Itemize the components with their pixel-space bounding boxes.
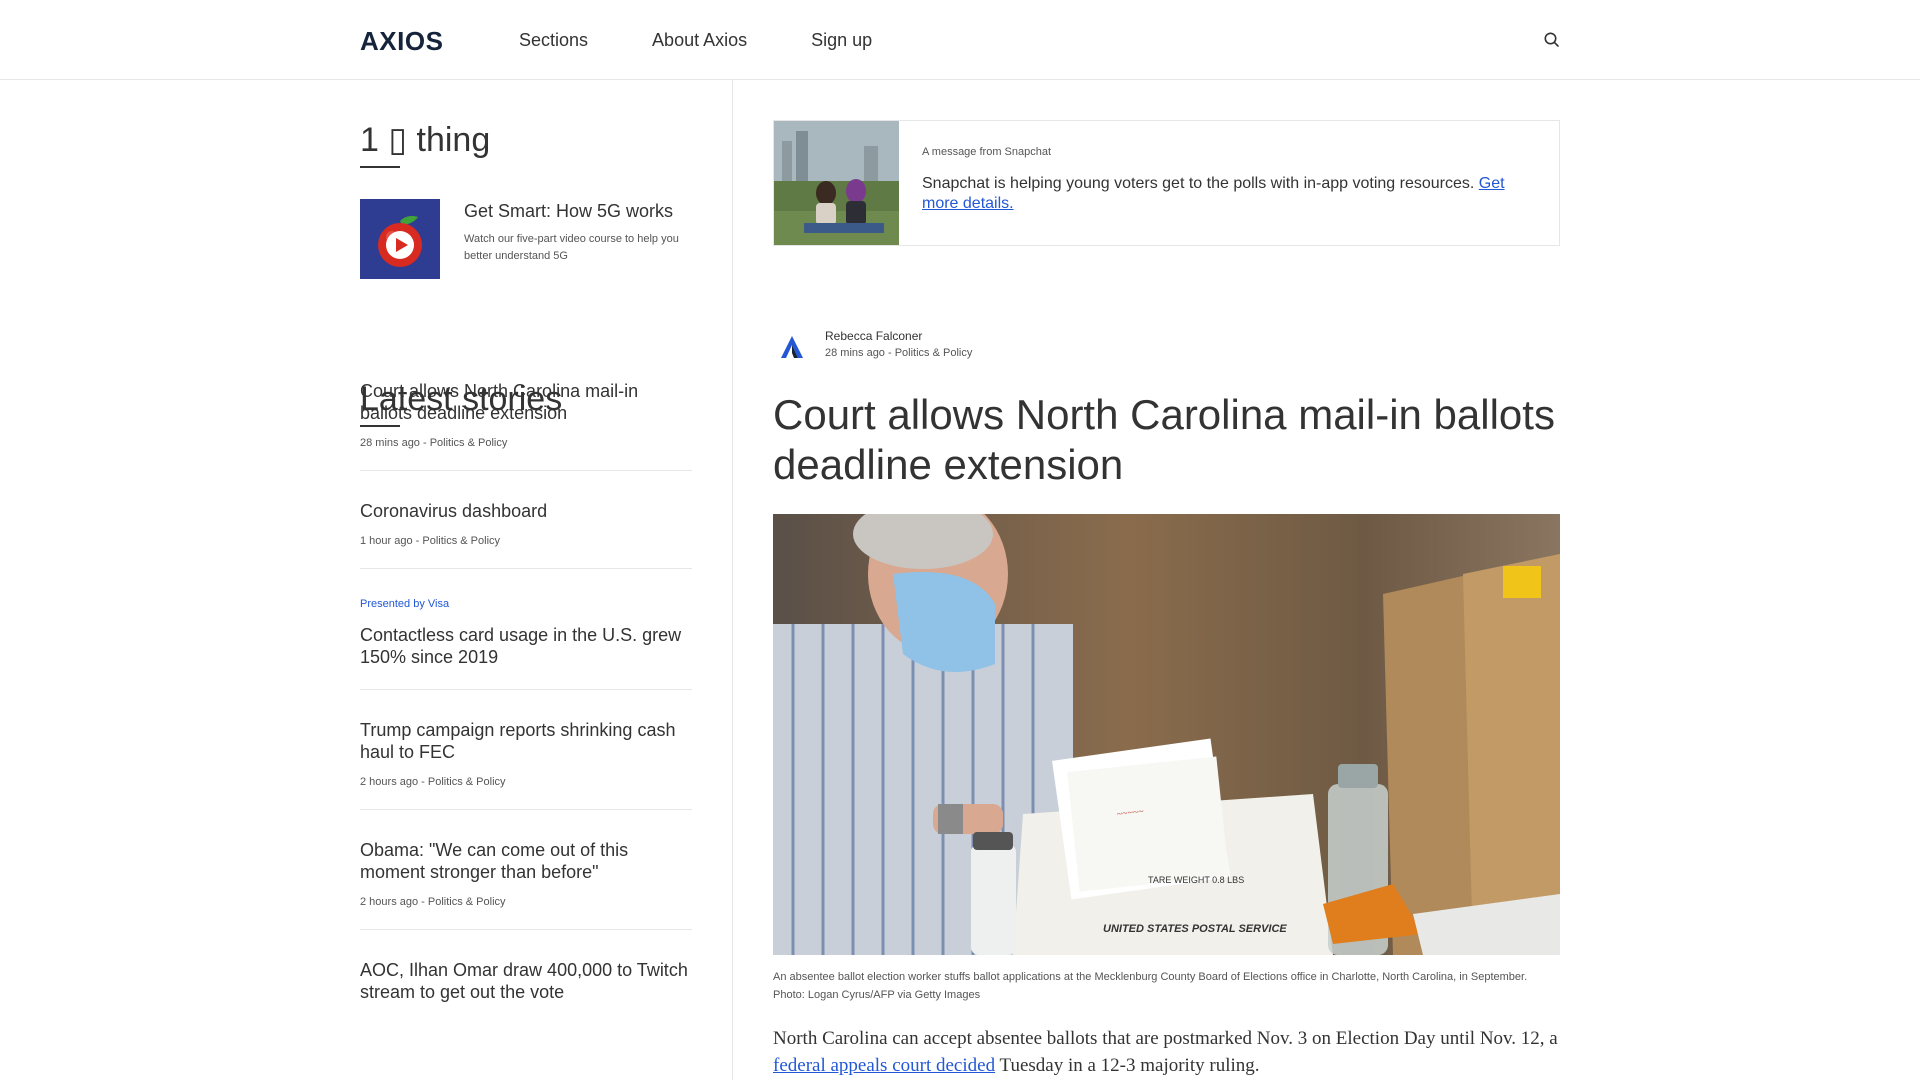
story-item[interactable]: Obama: "We can come out of this moment s…: [360, 839, 692, 930]
heading-underline: [360, 166, 400, 168]
story-meta: 2 hours ago - Politics & Policy: [360, 896, 506, 908]
article-headline: Court allows North Carolina mail-in ball…: [773, 391, 1555, 488]
logo-text: AXIOS: [360, 26, 444, 56]
ad-text: Snapchat is helping young voters get to …: [922, 174, 1542, 214]
one-thing-section: 1 ▯ thing: [360, 120, 490, 168]
ad-photo: [774, 121, 899, 245]
promo-card[interactable]: Get Smart: How 5G works Watch our five-p…: [360, 199, 692, 281]
bin-weight-label: TARE WEIGHT 0.8 LBS: [1148, 875, 1244, 885]
story-title[interactable]: Coronavirus dashboard: [360, 500, 692, 522]
sponsored-message[interactable]: A message from Snapchat Snapchat is help…: [773, 120, 1560, 246]
author-name[interactable]: Rebecca Falconer: [825, 329, 922, 343]
article-byline: Rebecca Falconer 28 mins ago - Politics …: [773, 328, 1273, 368]
court-decision-link[interactable]: federal appeals court decided: [773, 1055, 995, 1076]
site-header: AXIOS Sections About Axios Sign up: [0, 0, 1920, 80]
story-item-sponsored[interactable]: Presented by Visa Contactless card usage…: [360, 598, 692, 690]
story-title[interactable]: Trump campaign reports shrinking cash ha…: [360, 719, 692, 763]
search-button[interactable]: [1542, 30, 1562, 50]
nav-about-axios[interactable]: About Axios: [652, 30, 747, 51]
main-nav: Sections About Axios Sign up: [519, 0, 872, 80]
ad-message: Snapchat is helping young voters get to …: [922, 175, 1475, 192]
body-text-end: Tuesday in a 12-3 majority ruling.: [999, 1055, 1260, 1076]
search-icon: [1544, 32, 1559, 47]
story-meta: 1 hour ago - Politics & Policy: [360, 535, 501, 547]
article-meta: 28 mins ago - Politics & Policy: [825, 347, 973, 359]
story-list: Court allows North Carolina mail-in ball…: [360, 381, 692, 1053]
story-meta: 28 mins ago - Politics & Policy: [360, 437, 508, 449]
story-title[interactable]: Court allows North Carolina mail-in ball…: [360, 380, 692, 424]
body-text-start: North Carolina can accept absentee ballo…: [773, 1028, 1558, 1049]
axios-avatar-icon: [781, 336, 803, 358]
ad-image: [774, 121, 899, 245]
story-item[interactable]: Coronavirus dashboard 1 hour ago - Polit…: [360, 500, 692, 569]
promo-thumbnail: [360, 199, 440, 279]
story-meta: 2 hours ago - Politics & Policy: [360, 776, 506, 788]
article-body: North Carolina can accept absentee ballo…: [773, 1025, 1560, 1079]
promo-description: Watch our five-part video course to help…: [464, 233, 679, 262]
hero-photo: ~~~~~ TARE WEIGHT 0.8 LBS UNITED STATES …: [773, 514, 1560, 955]
story-title[interactable]: AOC, Ilhan Omar draw 400,000 to Twitch s…: [360, 959, 692, 1003]
story-item[interactable]: AOC, Ilhan Omar draw 400,000 to Twitch s…: [360, 959, 692, 1024]
column-divider: [732, 80, 733, 1080]
apple-play-icon: [360, 199, 440, 279]
bin-brand-label: UNITED STATES POSTAL SERVICE: [1103, 923, 1287, 935]
sponsor-label: Presented by Visa: [360, 598, 450, 610]
nav-sections[interactable]: Sections: [519, 30, 588, 51]
nav-sign-up[interactable]: Sign up: [811, 30, 872, 51]
axios-logo[interactable]: AXIOS: [360, 26, 443, 57]
image-caption: An absentee ballot election worker stuff…: [773, 971, 1528, 1001]
one-thing-heading: 1 ▯ thing: [360, 121, 491, 159]
promo-title[interactable]: Get Smart: How 5G works: [464, 199, 692, 223]
promo-text: Get Smart: How 5G works Watch our five-p…: [464, 199, 692, 265]
story-title[interactable]: Contactless card usage in the U.S. grew …: [360, 624, 692, 668]
ad-label: A message from Snapchat: [922, 146, 1052, 158]
story-item[interactable]: Trump campaign reports shrinking cash ha…: [360, 719, 692, 810]
story-item[interactable]: Court allows North Carolina mail-in ball…: [360, 380, 692, 471]
hero-image: ~~~~~ TARE WEIGHT 0.8 LBS UNITED STATES …: [773, 514, 1560, 955]
story-title[interactable]: Obama: "We can come out of this moment s…: [360, 839, 692, 883]
